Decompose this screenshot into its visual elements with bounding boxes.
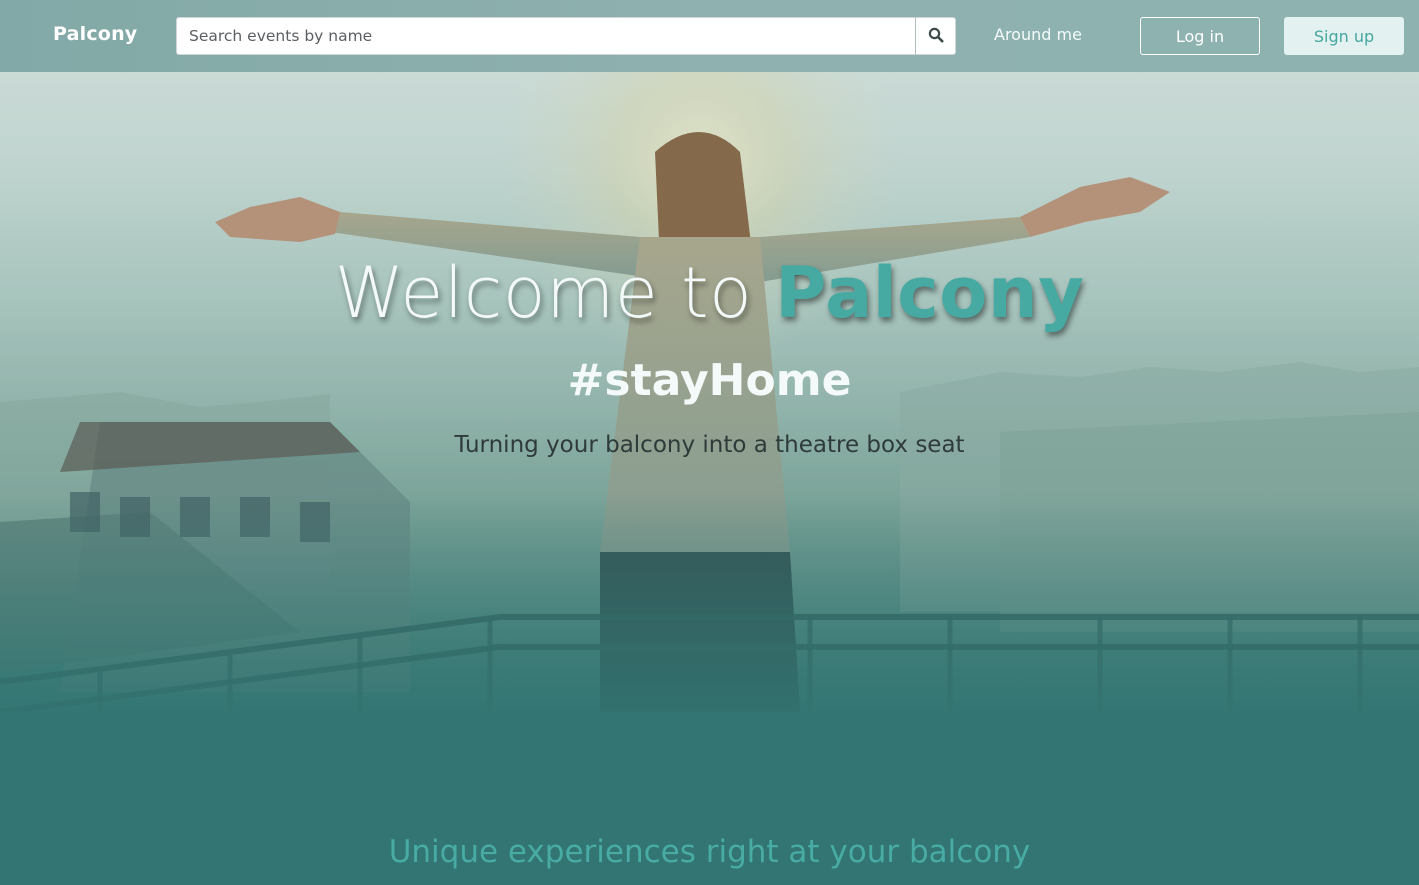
login-button[interactable]: Log in [1140, 17, 1260, 55]
hero-subtitle: Turning your balcony into a theatre box … [454, 432, 965, 458]
hero-background-image [0, 72, 1419, 885]
signup-button[interactable]: Sign up [1284, 17, 1404, 55]
hero-section: Welcome to Palcony #stayHome Turning you… [0, 72, 1419, 885]
hero-title-prefix: Welcome to [334, 252, 776, 334]
section-heading: Unique experiences right at your balcony [388, 834, 1031, 870]
navbar: Palcony Around me Log in Sign up [0, 0, 1419, 72]
hero-tagline: #stayHome [567, 355, 852, 406]
hero-title-accent: Palcony [775, 252, 1085, 334]
search-button[interactable] [915, 17, 956, 55]
search-icon [928, 27, 944, 46]
search-input[interactable] [176, 17, 915, 55]
around-me-link[interactable]: Around me [994, 25, 1082, 44]
hero-title: Welcome to Palcony [0, 252, 1419, 334]
search-bar [176, 17, 956, 55]
brand-logo[interactable]: Palcony [53, 23, 137, 45]
